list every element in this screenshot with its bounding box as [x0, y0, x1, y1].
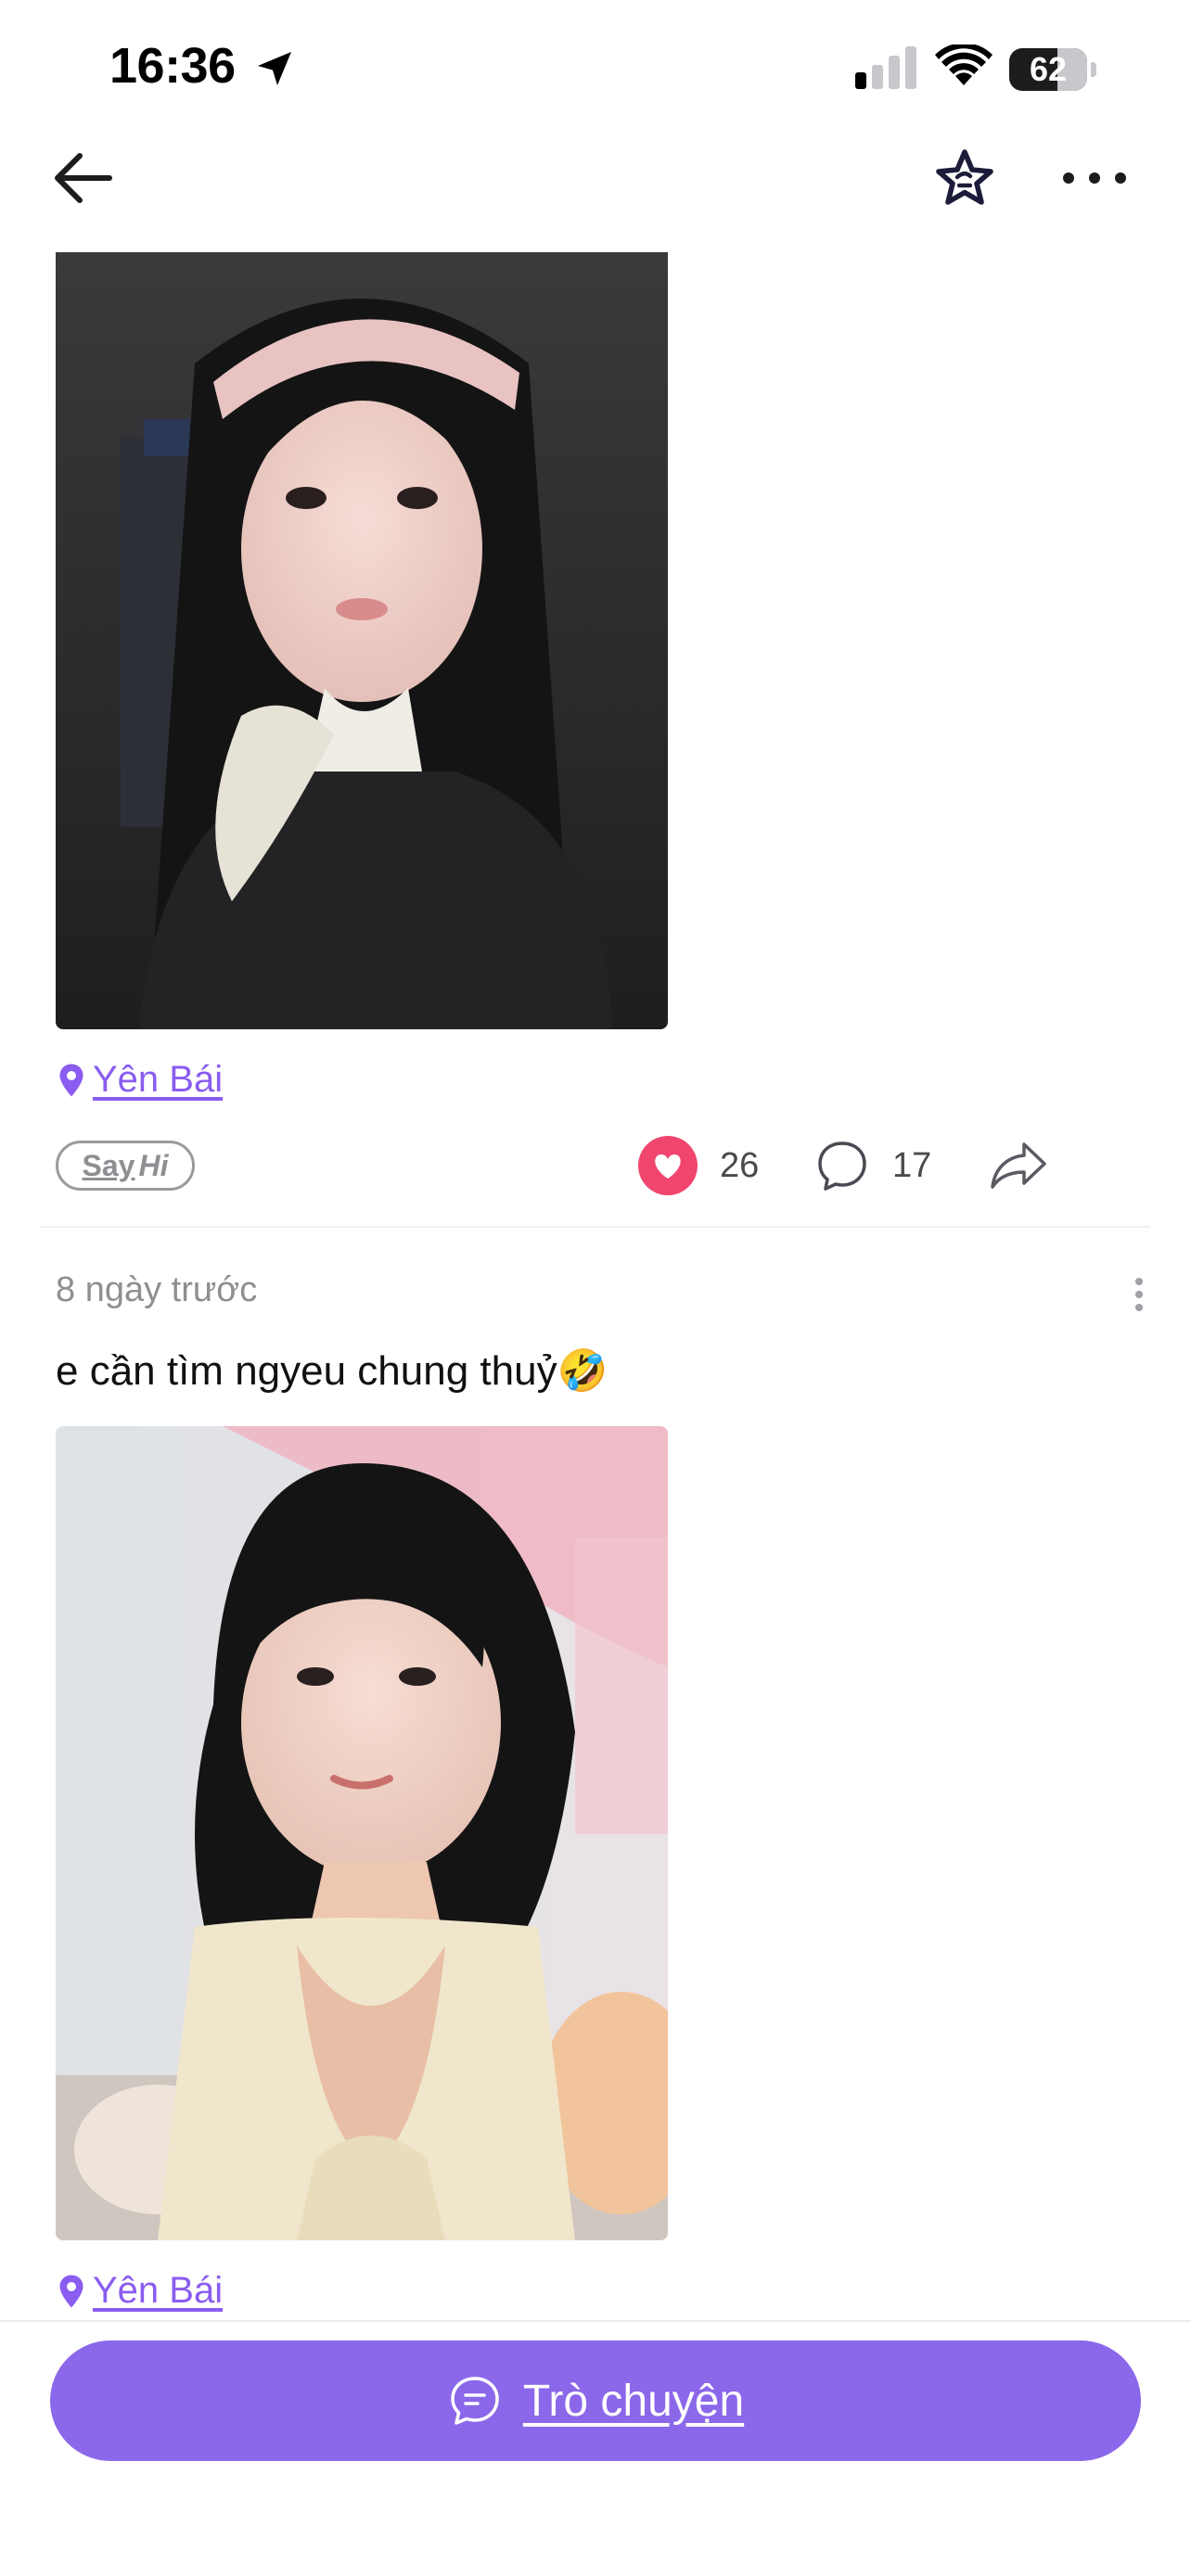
share-icon[interactable]	[987, 1135, 1050, 1196]
footer-divider	[0, 2320, 1191, 2322]
post-photo[interactable]	[56, 1426, 668, 2240]
say-hi-button[interactable]: Say Hi	[56, 1141, 195, 1191]
selfie-photo-2	[56, 1426, 668, 2240]
like-count: 26	[720, 1145, 760, 1185]
post-text: e cần tìm ngyeu chung thuỷ🤣	[56, 1348, 608, 1394]
post-divider	[41, 1226, 1150, 1228]
comment-count: 17	[892, 1145, 932, 1185]
back-arrow-icon[interactable]	[50, 145, 117, 211]
wifi-icon	[935, 45, 992, 85]
chat-bubble-icon	[451, 2377, 499, 2425]
chat-button[interactable]: Trò chuyện	[50, 2340, 1141, 2461]
post-time: 8 ngày trước	[56, 1270, 258, 1309]
status-time: 16:36	[109, 38, 236, 94]
post-location-link[interactable]: Yên Bái	[58, 1059, 223, 1101]
battery-percent: 62	[1029, 50, 1068, 88]
post-options-icon[interactable]	[1133, 1276, 1145, 1313]
say-hi-hi: Hi	[138, 1148, 169, 1182]
comment-bubble-icon	[818, 1141, 866, 1191]
comment-button[interactable]: 17	[814, 1135, 931, 1196]
like-button[interactable]: 26	[638, 1135, 759, 1196]
post-location-link[interactable]: Yên Bái	[58, 2270, 223, 2312]
post-location-label: Yên Bái	[93, 1059, 224, 1100]
post-photo[interactable]	[56, 252, 668, 1029]
location-pin-icon	[59, 1064, 83, 1096]
say-hi-say: Say	[82, 1148, 135, 1182]
selfie-photo-1	[56, 252, 668, 1029]
battery-indicator: 62	[1009, 48, 1098, 91]
star-icon[interactable]	[931, 145, 998, 211]
location-arrow-icon	[258, 52, 291, 85]
chat-button-label: Trò chuyện	[522, 2376, 745, 2426]
post-location-label: Yên Bái	[93, 2270, 224, 2311]
heart-icon	[638, 1136, 698, 1195]
cellular-signal-icon	[855, 46, 916, 89]
location-pin-icon	[59, 2275, 83, 2307]
more-horizontal-icon[interactable]	[1057, 152, 1132, 204]
